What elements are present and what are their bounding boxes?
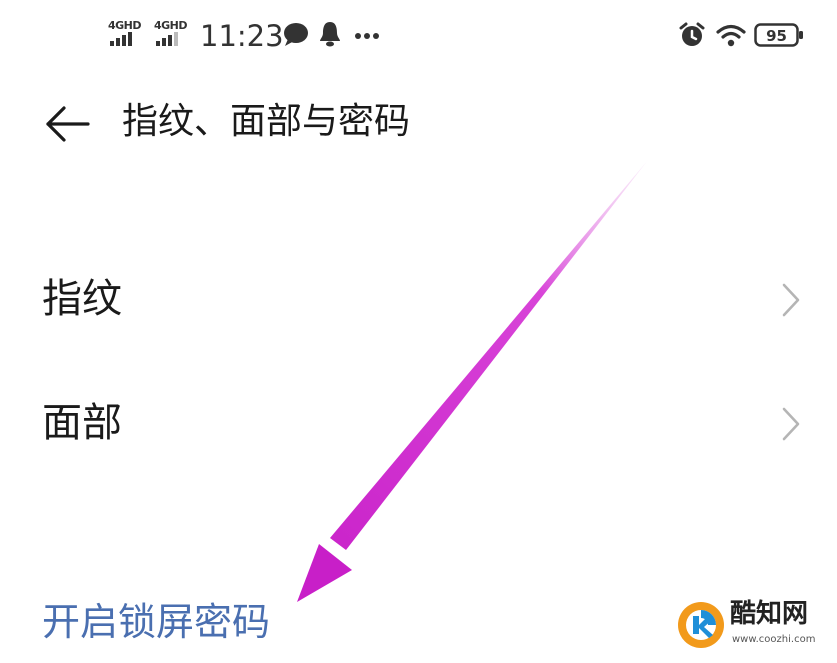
back-button[interactable] [42,98,94,150]
status-bar: 4GHD 4GHD 11:23 95 [0,0,837,70]
battery-level: 95 [766,27,787,45]
notification-icon [320,22,340,47]
list-item-label: 面部 [42,400,122,446]
list-item-label: 指纹 [42,276,122,322]
watermark: 酷知网 www.coozhi.com [676,596,826,656]
message-icon [284,23,308,46]
list-item-face[interactable]: 面部 [0,368,837,478]
sim2-signal-icon: 4GHD [154,20,188,48]
more-icon [355,33,379,39]
coozhi-logo-icon [678,602,724,648]
sim2-network-label: 4GHD [154,19,188,32]
chevron-right-icon [782,407,800,441]
sim1-network-label: 4GHD [108,19,142,32]
back-arrow-icon [46,106,90,142]
wifi-icon [716,24,746,47]
alarm-icon [679,22,705,46]
chevron-right-icon [782,283,800,317]
watermark-url: www.coozhi.com [732,634,816,645]
battery-icon: 95 [754,23,803,47]
watermark-name: 酷知网 [730,599,809,629]
sim1-signal-icon: 4GHD [108,20,142,48]
page-title: 指纹、面部与密码 [122,101,411,142]
list-item-fingerprint[interactable]: 指纹 [0,244,837,354]
enable-lock-screen-password-link[interactable]: 开启锁屏密码 [42,596,270,648]
status-time: 11:23 [200,19,284,53]
